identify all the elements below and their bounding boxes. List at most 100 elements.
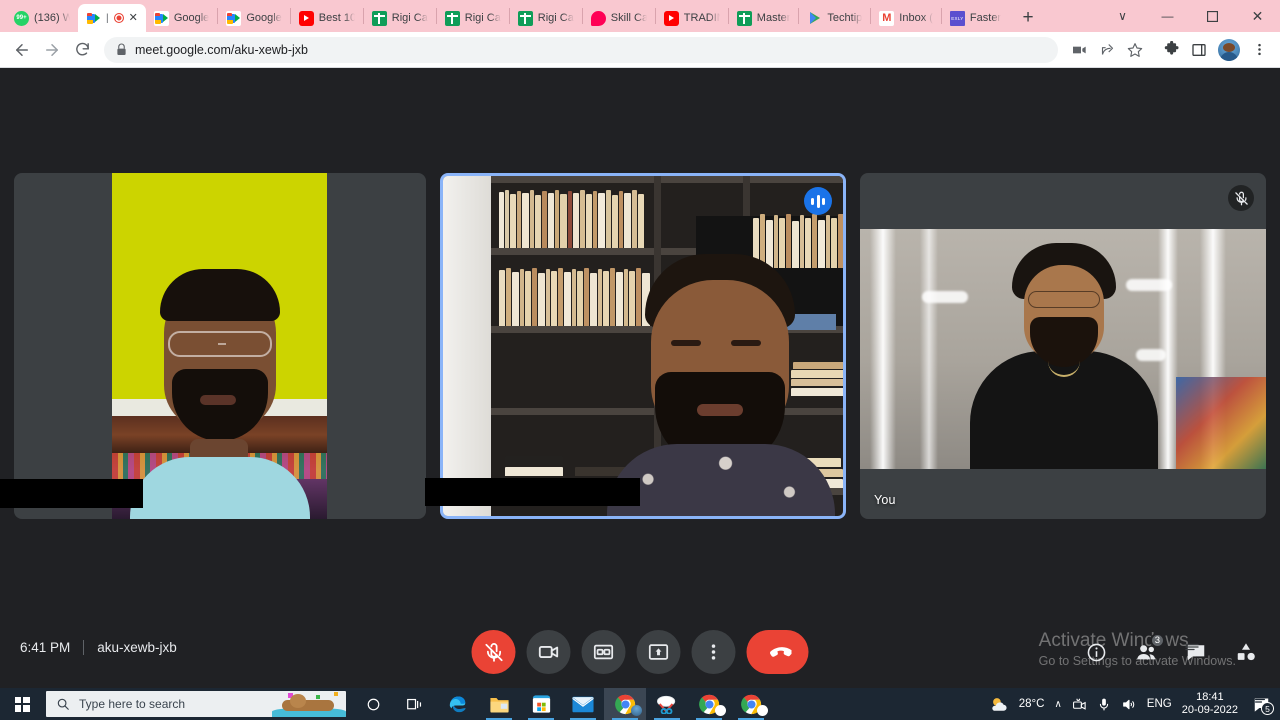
google-chrome-icon[interactable] (688, 688, 730, 720)
browser-tab[interactable]: Master (729, 4, 799, 32)
cortana-icon[interactable] (352, 688, 394, 720)
browser-tab[interactable]: Rigi Ca (437, 4, 509, 32)
browser-tab[interactable]: Inbox ( (871, 4, 941, 32)
start-button[interactable] (0, 688, 44, 720)
back-button[interactable] (8, 36, 36, 64)
browser-tab[interactable]: Rigi Ca (364, 4, 436, 32)
browser-tab[interactable]: Faster (942, 4, 1009, 32)
search-icon (57, 698, 69, 710)
browser-tab[interactable]: Google (218, 4, 289, 32)
camera-button[interactable] (526, 630, 571, 674)
google-chrome-icon[interactable] (604, 688, 646, 720)
tab-separator-glyph: | (106, 12, 109, 24)
share-icon[interactable] (1094, 37, 1120, 63)
address-bar[interactable]: meet.google.com/aku-xewb-jxb (104, 36, 1058, 63)
gmail-icon (879, 10, 895, 26)
temperature-label: 28°C (1018, 698, 1045, 710)
current-time: 6:41 PM (20, 640, 71, 655)
mail-icon[interactable] (562, 688, 604, 720)
new-tab-button[interactable]: + (1015, 5, 1041, 31)
extensions-puzzle-icon[interactable] (1158, 37, 1184, 63)
call-controls (471, 630, 809, 674)
captions-button[interactable] (581, 630, 626, 674)
browser-tab[interactable]: (136) W (6, 4, 78, 32)
profile-avatar (631, 705, 642, 716)
browser-tab[interactable]: TRADIN (656, 4, 728, 32)
partly-cloudy-icon[interactable] (989, 696, 1009, 713)
active-speaker-audio-icon (804, 187, 832, 215)
whatsapp-icon (14, 10, 29, 26)
profile-avatar (715, 705, 726, 716)
microphone-muted-button[interactable] (471, 630, 516, 674)
microsoft-edge-icon[interactable] (436, 688, 478, 720)
google-meet-app: You Activate Windows Go to Settings to a… (0, 68, 1280, 688)
show-hidden-icons-chevron[interactable]: ∧ (1054, 699, 1061, 710)
redaction-bar (0, 479, 143, 508)
media-cast-icon[interactable] (1066, 37, 1092, 63)
meeting-details-button[interactable] (1078, 634, 1114, 670)
tab-search-icon[interactable]: ∨ (1100, 0, 1145, 32)
forward-button[interactable] (38, 36, 66, 64)
chrome-menu-icon[interactable] (1246, 37, 1272, 63)
rigi-icon (371, 10, 387, 26)
side-panel-icon[interactable] (1186, 37, 1212, 63)
file-explorer-icon[interactable] (478, 688, 520, 720)
tab-title: Faster (969, 12, 1002, 24)
browser-tab[interactable]: Skill Ca (583, 4, 655, 32)
activities-button[interactable] (1228, 634, 1264, 670)
task-view-icon[interactable] (394, 688, 436, 720)
microphone-tray-icon[interactable] (1097, 697, 1111, 712)
clock[interactable]: 18:41 20-09-2022 (1182, 691, 1238, 717)
self-view-tile[interactable]: You (860, 173, 1266, 519)
browser-tab-active[interactable]: | ✕ (78, 4, 146, 32)
more-options-button[interactable] (691, 630, 736, 674)
participant-tile-active-speaker[interactable] (440, 173, 846, 519)
windows-taskbar: Type here to search 28°C ∧ ENG 18:41 20-… (0, 688, 1280, 720)
chat-button[interactable] (1178, 634, 1214, 670)
browser-tab[interactable]: Techtip (799, 4, 870, 32)
notification-count-badge: 5 (1261, 702, 1274, 715)
tab-title: (136) W (34, 12, 70, 24)
participant-tile[interactable] (14, 173, 426, 519)
notification-center-button[interactable]: 5 (1248, 688, 1274, 720)
snipping-tool-icon[interactable] (646, 688, 688, 720)
minimize-window-button[interactable]: — (1145, 0, 1190, 32)
language-indicator[interactable]: ENG (1147, 698, 1172, 710)
tab-title: Rigi Ca (391, 12, 428, 24)
close-window-button[interactable]: ✕ (1235, 0, 1280, 32)
browser-toolbar: meet.google.com/aku-xewb-jxb (0, 32, 1280, 68)
show-everyone-button[interactable]: 3 (1128, 633, 1165, 670)
search-input[interactable]: Type here to search (46, 691, 346, 717)
volume-icon[interactable] (1121, 697, 1137, 712)
participant-video (443, 176, 843, 516)
profile-avatar (757, 705, 768, 716)
tab-strip: (136) W | ✕ Google Google Best 10 Rigi C… (0, 0, 1280, 32)
close-tab-icon[interactable]: ✕ (129, 12, 138, 24)
participant-figure (607, 254, 835, 516)
skillshare-icon (590, 10, 606, 26)
browser-tab[interactable]: Rigi Ca (510, 4, 582, 32)
reload-button[interactable] (68, 36, 96, 64)
google-meet-icon (86, 10, 101, 26)
browser-tab[interactable]: Best 10 (291, 4, 363, 32)
window-controls: ∨ — ✕ (1100, 0, 1280, 32)
camera-tray-icon[interactable] (1072, 697, 1087, 712)
tab-title: Rigi Ca (464, 12, 501, 24)
tab-title: Skill Ca (610, 12, 647, 24)
chrome-browser-window: (136) W | ✕ Google Google Best 10 Rigi C… (0, 0, 1280, 688)
lock-icon (117, 43, 126, 55)
browser-tab[interactable]: Google (146, 4, 217, 32)
tab-title: Techtip (827, 12, 863, 24)
profile-avatar[interactable] (1218, 38, 1240, 61)
meeting-info: 6:41 PM aku-xewb-jxb (20, 640, 177, 655)
participant-video (112, 173, 327, 519)
leave-call-button[interactable] (746, 630, 809, 674)
windows-logo-icon (14, 696, 30, 712)
participant-count-badge: 3 (1149, 633, 1165, 648)
meet-right-controls: 3 (1078, 633, 1264, 670)
microsoft-store-icon[interactable] (520, 688, 562, 720)
google-chrome-icon[interactable] (730, 688, 772, 720)
present-now-button[interactable] (636, 630, 681, 674)
maximize-window-button[interactable] (1190, 0, 1235, 32)
bookmark-star-icon[interactable] (1122, 37, 1148, 63)
